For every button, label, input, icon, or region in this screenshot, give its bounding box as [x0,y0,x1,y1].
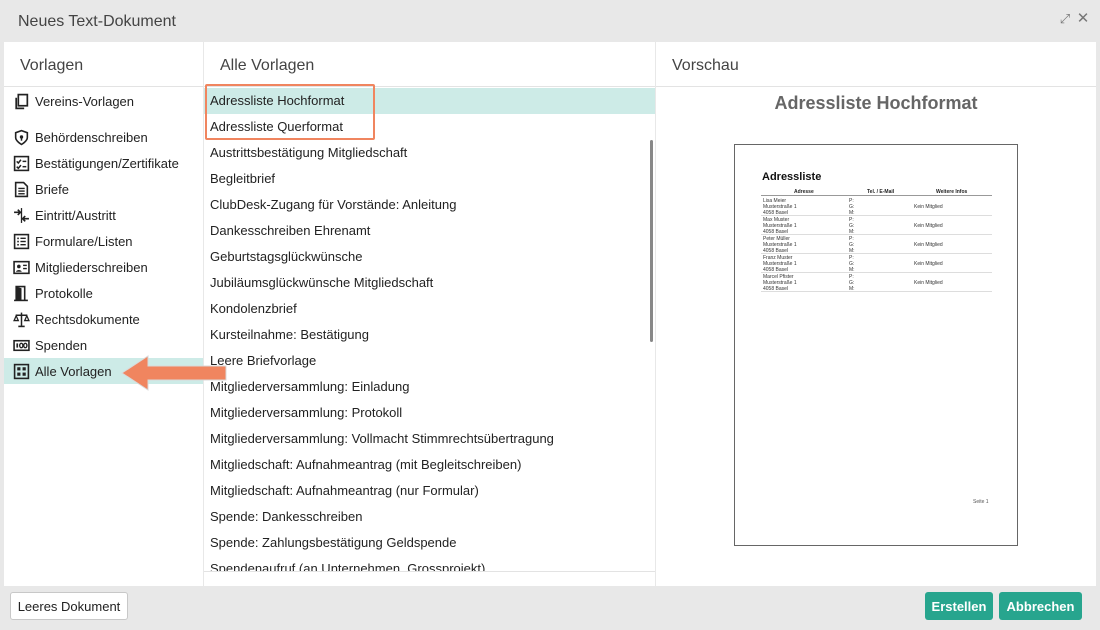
column-header: Weitere Infos [936,189,968,195]
checklist-icon [12,154,30,172]
id-card-icon [12,258,30,276]
contact-cell: P: G: M: [849,198,855,216]
categories-header: Vorlagen [4,42,203,87]
column-header: Adresse [794,189,814,195]
contact-cell: P: G: M: [849,255,855,273]
template-item[interactable]: Mitgliedschaft: Aufnahmeantrag (mit Begl… [204,452,655,478]
info-cell: Kein Mitglied [914,204,943,210]
category-label: Vereins-Vorlagen [35,93,135,109]
document-heading: Adressliste [762,171,822,183]
contact-cell: P: G: M: [849,217,855,235]
template-item[interactable]: Spendenaufruf (an Unternehmen, Grossproj… [204,556,655,571]
template-item[interactable]: Adressliste Querformat [204,114,655,140]
info-cell: Kein Mitglied [914,261,943,267]
template-item[interactable]: Mitgliederversammlung: Vollmacht Stimmre… [204,426,655,452]
category-mitgliederschreiben[interactable]: Mitgliederschreiben [4,254,203,280]
contact-cell: P: G: M: [849,274,855,292]
list-icon [12,232,30,250]
template-item[interactable]: Mitgliederversammlung: Protokoll [204,400,655,426]
category-bestaetigungen[interactable]: Bestätigungen/Zertifikate [4,150,203,176]
info-cell: Kein Mitglied [914,280,943,286]
contact-cell: P: G: M: [849,236,855,254]
preview-panel: Vorschau Adressliste Hochformat Adressli… [656,42,1096,586]
category-label: Bestätigungen/Zertifikate [35,155,179,171]
dialog-footer: Leeres Dokument Erstellen Abbrechen [0,586,1100,630]
category-label: Briefe [35,181,69,197]
category-label: Alle Vorlagen [35,363,112,379]
category-label: Protokolle [35,285,93,301]
template-item[interactable]: Begleitbrief [204,166,655,192]
grid-icon [12,362,30,380]
address-cell: Peter Müller Musterstraße 1 4058 Basel [763,236,797,254]
template-item[interactable]: Kondolenzbrief [204,296,655,322]
template-item[interactable]: Dankesschreiben Ehrenamt [204,218,655,244]
document-icon [12,180,30,198]
empty-document-button[interactable]: Leeres Dokument [10,592,128,620]
expand-icon[interactable]: ⤢ [1056,10,1074,28]
category-briefe[interactable]: Briefe [4,176,203,202]
column-header: Tel. / E-Mail [867,189,895,195]
create-button[interactable]: Erstellen [925,592,993,620]
document-row: Peter Müller Musterstraße 1 4058 Basel P: G… [761,235,992,254]
categories-panel: Vorlagen Vereins-Vorlagen Behördenschrei… [4,42,203,586]
templates-scrollbar[interactable] [650,140,653,342]
info-cell: Kein Mitglied [914,242,943,248]
money-icon [12,336,30,354]
address-cell: Franz Muster Musterstraße 1 4058 Basel [763,255,797,273]
cancel-button[interactable]: Abbrechen [999,592,1082,620]
copy-icon [12,92,30,110]
category-label: Mitgliederschreiben [35,259,148,275]
templates-list: Adressliste Hochformat Adressliste Querf… [204,88,655,572]
category-eintritt-austritt[interactable]: Eintritt/Austritt [4,202,203,228]
templates-panel: Alle Vorlagen Adressliste Hochformat Adr… [204,42,655,586]
address-cell: Max Muster Musterstraße 1 4058 Basel [763,217,797,235]
template-item[interactable]: Geburtstagsglückwünsche [204,244,655,270]
template-item[interactable]: Austrittsbestätigung Mitgliedschaft [204,140,655,166]
category-label: Eintritt/Austritt [35,207,116,223]
door-icon [12,284,30,302]
document-row: Marcel Pfister Musterstraße 1 4058 Basel P… [761,273,992,292]
template-item[interactable]: Kursteilnahme: Bestätigung [204,322,655,348]
category-rechtsdokumente[interactable]: Rechtsdokumente [4,306,203,332]
category-label: Spenden [35,337,88,353]
template-item[interactable]: Jubiläumsglückwünsche Mitgliedschaft [204,270,655,296]
document-table-header: Adresse Tel. / E-Mail Weitere Infos [761,188,992,196]
template-item[interactable]: Spende: Zahlungsbestätigung Geldspende [204,530,655,556]
category-behoerdenschreiben[interactable]: Behördenschreiben [4,124,203,150]
category-label: Rechtsdokumente [35,311,140,327]
category-alle-vorlagen[interactable]: Alle Vorlagen [4,358,203,384]
document-row: Max Muster Musterstraße 1 4058 Basel P: G: M… [761,216,992,235]
info-cell: Kein Mitglied [914,223,943,229]
category-protokolle[interactable]: Protokolle [4,280,203,306]
category-vereins-vorlagen[interactable]: Vereins-Vorlagen [4,88,203,114]
template-item[interactable]: Adressliste Hochformat [204,88,655,114]
category-spenden[interactable]: Spenden [4,332,203,358]
title-bar: Neues Text-Dokument ⤢ ✕ [0,0,1100,42]
new-text-document-dialog: Neues Text-Dokument ⤢ ✕ Vorlagen Vereins… [0,0,1100,630]
document-row: Franz Muster Musterstraße 1 4058 Basel P: G… [761,254,992,273]
category-label: Formulare/Listen [35,233,133,249]
category-label: Behördenschreiben [35,129,148,145]
shield-icon [12,128,30,146]
category-formulare-listen[interactable]: Formulare/Listen [4,228,203,254]
address-cell: Lisa Meier Musterstraße 1 4058 Basel [763,198,797,216]
address-cell: Marcel Pfister Musterstraße 1 4058 Basel [763,274,797,292]
template-item[interactable]: Spende: Dankesschreiben [204,504,655,530]
close-icon[interactable]: ✕ [1074,10,1092,28]
document-row: Lisa Meier Musterstraße 1 4058 Basel P: G: M… [761,197,992,216]
templates-header: Alle Vorlagen [204,42,655,87]
preview-title: Adressliste Hochformat [774,93,978,113]
template-item[interactable]: Mitgliedschaft: Aufnahmeantrag (nur Form… [204,478,655,504]
arrows-icon [12,206,30,224]
dialog-title: Neues Text-Dokument [18,13,176,30]
document-page-number: Seite 1 [973,499,989,505]
preview-page: Adressliste Adresse Tel. / E-Mail Weiter… [734,144,1018,546]
preview-header: Vorschau [656,42,1096,87]
template-item[interactable]: Mitgliederversammlung: Einladung [204,374,655,400]
template-item[interactable]: ClubDesk-Zugang für Vorstände: Anleitung [204,192,655,218]
template-item[interactable]: Leere Briefvorlage [204,348,655,374]
scales-icon [12,310,30,328]
